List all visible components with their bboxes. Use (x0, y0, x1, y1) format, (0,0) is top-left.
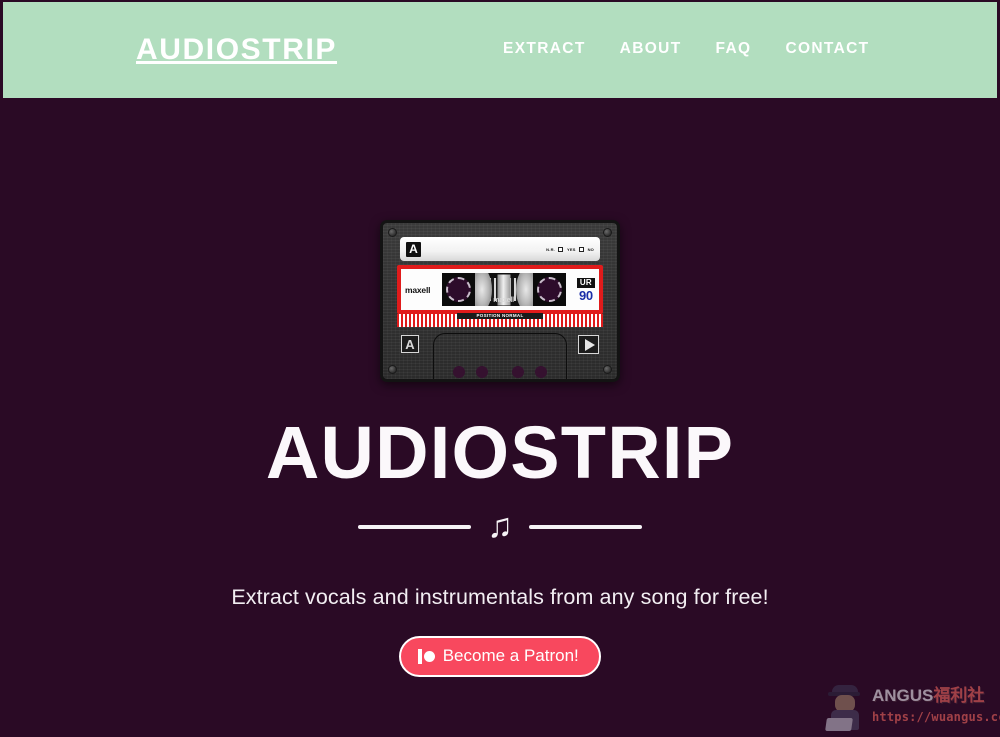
checkbox-icon (557, 246, 563, 252)
patreon-button-label: Become a Patron! (442, 646, 579, 665)
watermark-laptop-icon (825, 718, 853, 731)
reel-hub-icon (536, 277, 562, 302)
cassette-deck: A (383, 331, 617, 379)
become-a-patron-button[interactable]: Become a Patron! (399, 636, 601, 677)
patreon-button-wrap: Become a Patron! (0, 636, 1000, 677)
reel-hub-icon (445, 277, 471, 302)
watermark-body (831, 710, 859, 730)
capstan-hole (476, 366, 488, 378)
watermark-overlay: ANGUS福利社 https://wuangus.cc (824, 680, 1000, 735)
cassette-red-band: maxell maxell UR 90 (397, 265, 603, 314)
watermark-text: ANGUS福利社 https://wuangus.cc (872, 686, 1000, 725)
watermark-url: https://wuangus.cc (872, 710, 1000, 724)
nav-item-about[interactable]: ABOUT (620, 38, 682, 60)
patreon-icon (418, 648, 435, 664)
nav-item-contact[interactable]: CONTACT (785, 38, 869, 60)
cassette-position-bar: POSITION NORMAL (397, 313, 603, 327)
nav-link-extract[interactable]: EXTRACT (503, 38, 586, 60)
cassette-label-strip: A N.R. YES NO (400, 237, 600, 261)
nav-link-about[interactable]: ABOUT (620, 38, 682, 60)
cassette-length: 90 (578, 287, 593, 303)
capstan-hole (535, 366, 547, 378)
watermark-title: ANGUS福利社 (872, 686, 992, 706)
music-note-icon: ♫ (487, 507, 513, 545)
hero-tagline: Extract vocals and instrumentals from an… (231, 585, 769, 609)
reel-left (441, 273, 475, 306)
cassette-side-badge: A (406, 241, 421, 257)
page-title: AUDIOSTRIP (265, 411, 735, 494)
patreon-bar-shape (418, 648, 422, 664)
hero-section: A N.R. YES NO maxell maxell UR 90 POSITI… (0, 98, 1000, 737)
patreon-dot-shape (423, 650, 435, 662)
watermark-hat-brim (828, 692, 860, 696)
brand-logo[interactable]: AUDIOSTRIP (136, 33, 337, 67)
screw-icon (388, 228, 397, 237)
meta-yes-label: YES (566, 246, 576, 252)
cassette-face-label: maxell maxell UR 90 (401, 269, 599, 310)
cassette-illustration: A N.R. YES NO maxell maxell UR 90 POSITI… (380, 220, 620, 382)
cassette-brand-label: maxell (405, 284, 431, 295)
cassette-strip-meta: N.R. YES NO (546, 246, 594, 252)
capstan-hole (453, 366, 465, 378)
watermark-title-cjk: 福利社 (933, 686, 985, 705)
reel-right (532, 273, 566, 306)
cassette-shell: A N.R. YES NO maxell maxell UR 90 POSITI… (380, 220, 620, 382)
section-divider: ♫ (0, 507, 1000, 545)
nav-link-faq[interactable]: FAQ (716, 38, 752, 60)
play-triangle-icon (584, 338, 595, 351)
watermark-character-icon (825, 683, 872, 733)
nav-item-faq[interactable]: FAQ (716, 38, 752, 60)
tape-brand-label: maxell (493, 297, 514, 304)
deck-side-badge: A (401, 335, 419, 353)
cassette-tape-window: maxell (474, 273, 533, 306)
watermark-title-latin: ANGUS (872, 686, 934, 705)
capstan-hole (512, 366, 524, 378)
checkbox-icon (578, 246, 584, 252)
site-header: AUDIOSTRIP EXTRACT ABOUT FAQ CONTACT (0, 0, 1000, 98)
watermark-hat (832, 685, 858, 694)
meta-nr-label: N.R. (546, 246, 555, 252)
cassette-type-block: UR 90 (576, 277, 595, 303)
play-direction-icon (578, 335, 599, 354)
nav-link-contact[interactable]: CONTACT (785, 38, 869, 60)
main-navigation: EXTRACT ABOUT FAQ CONTACT (503, 38, 870, 60)
divider-rule-left (358, 525, 472, 529)
divider-rule-right (528, 525, 642, 529)
watermark-face (835, 695, 855, 712)
cassette-reel-group: maxell (441, 273, 566, 306)
meta-no-label: NO (587, 246, 594, 252)
cassette-position-text: POSITION NORMAL (457, 313, 543, 319)
nav-item-extract[interactable]: EXTRACT (503, 38, 586, 60)
cassette-type-tag: UR (576, 277, 595, 288)
screw-icon (603, 228, 612, 237)
